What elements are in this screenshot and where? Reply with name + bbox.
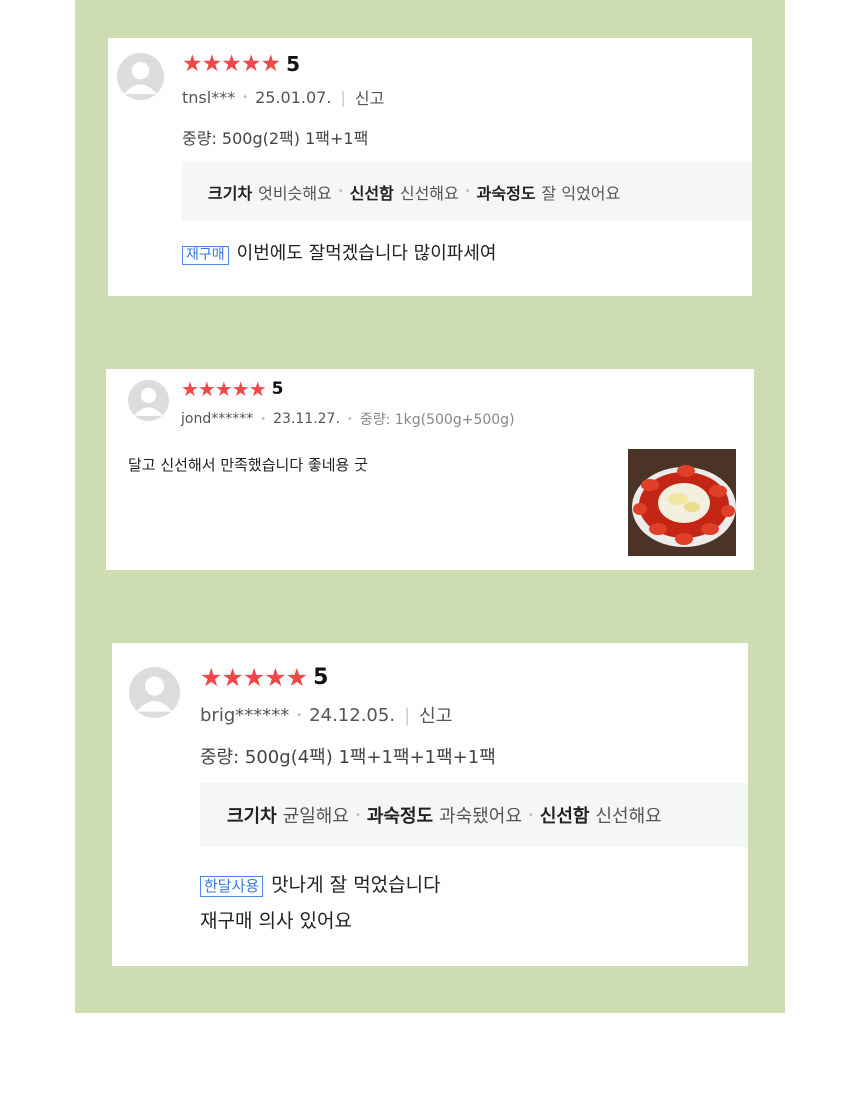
attr-name-1: 크기차 [208, 183, 253, 203]
review-meta: jond****** • 23.11.27. • 중량: 1kg(500g+50… [181, 409, 515, 429]
username: tnsl*** [182, 87, 236, 107]
star-icons: ★★★★★ [182, 50, 281, 77]
attr-name-3: 과숙정도 [476, 183, 536, 203]
dot-separator: • [354, 809, 361, 821]
review-meta: brig****** • 24.12.05. | 신고 [200, 702, 452, 728]
attribute-box: 크기차 균일해요 • 과숙정도 과숙됐어요 • 신선함 신선해요 [200, 783, 748, 847]
username: brig****** [200, 704, 290, 726]
repurchase-badge: 재구매 [182, 246, 229, 266]
review-body: 이번에도 잘먹겠습니다 많이파세여 [236, 243, 497, 264]
review-date: 24.12.05. [309, 704, 396, 726]
avatar [129, 667, 180, 718]
attr-value-3: 신선해요 [595, 806, 662, 827]
dot-separator: • [527, 809, 534, 821]
star-icons: ★★★★★ [181, 377, 267, 401]
attr-name-2: 과숙정도 [366, 806, 434, 827]
divider: | [340, 87, 346, 107]
dot-separator: • [346, 413, 353, 425]
attr-name-3: 신선함 [539, 806, 590, 827]
attribute-box: 크기차 엇비슷해요 • 신선함 신선해요 • 과숙정도 잘 익었어요 [182, 162, 752, 221]
dot-separator: • [242, 91, 249, 103]
option-text: 중량: 1kg(500g+500g) [359, 412, 515, 428]
review-card-3: ★★★★★ 5 brig****** • 24.12.05. | 신고 중량: … [112, 643, 748, 966]
divider: | [404, 704, 411, 726]
review-text: 재구매 이번에도 잘먹겠습니다 많이파세여 [182, 239, 497, 266]
review-meta: tnsl*** • 25.01.07. | 신고 [182, 85, 384, 109]
photo-thumbnail[interactable] [628, 449, 736, 556]
review-body-line-2: 재구매 의사 있어요 [200, 910, 352, 932]
attr-value-1: 균일해요 [282, 806, 349, 827]
star-icons: ★★★★★ [200, 663, 308, 692]
review-body: 맛나게 잘 먹었습니다 [271, 874, 441, 896]
avatar [117, 53, 164, 100]
attr-value-2: 신선해요 [399, 183, 459, 203]
review-body: 달고 신선해서 만족했습니다 좋네용 굿 [128, 456, 368, 474]
option-text: 중량: 500g(4팩) 1팩+1팩+1팩+1팩 [200, 747, 496, 768]
attr-name-1: 크기차 [227, 806, 277, 827]
dot-separator: • [296, 709, 303, 721]
review-card-1: ★★★★★ 5 tnsl*** • 25.01.07. | 신고 중량: 500… [108, 38, 752, 296]
review-date: 23.11.27. [273, 411, 340, 427]
option-text: 중량: 500g(2팩) 1팩+1팩 [182, 129, 369, 148]
star-rating: ★★★★★ 5 [182, 52, 300, 76]
review-text: 한달사용 맛나게 잘 먹었습니다 재구매 의사 있어요 [200, 867, 441, 939]
dot-separator: • [260, 413, 267, 425]
star-rating: ★★★★★ 5 [181, 379, 284, 399]
report-link[interactable]: 신고 [419, 702, 452, 728]
username: jond****** [181, 411, 254, 427]
attr-value-3: 잘 익었어요 [541, 183, 621, 203]
review-card-2: ★★★★★ 5 jond****** • 23.11.27. • 중량: 1kg… [106, 369, 754, 570]
usage-badge: 한달사용 [200, 876, 264, 897]
avatar [128, 380, 169, 421]
attr-name-2: 신선함 [349, 183, 394, 203]
rating-score: 5 [271, 379, 284, 399]
attr-value-2: 과숙됐어요 [439, 806, 522, 827]
rating-score: 5 [286, 52, 301, 76]
rating-score: 5 [313, 665, 329, 690]
review-text: 달고 신선해서 만족했습니다 좋네용 굿 [128, 454, 368, 475]
star-rating: ★★★★★ 5 [200, 665, 328, 690]
report-link[interactable]: 신고 [355, 85, 384, 109]
review-date: 25.01.07. [255, 87, 332, 107]
attr-value-1: 엇비슷해요 [258, 183, 332, 203]
dot-separator: • [337, 186, 344, 197]
dot-separator: • [464, 186, 471, 197]
